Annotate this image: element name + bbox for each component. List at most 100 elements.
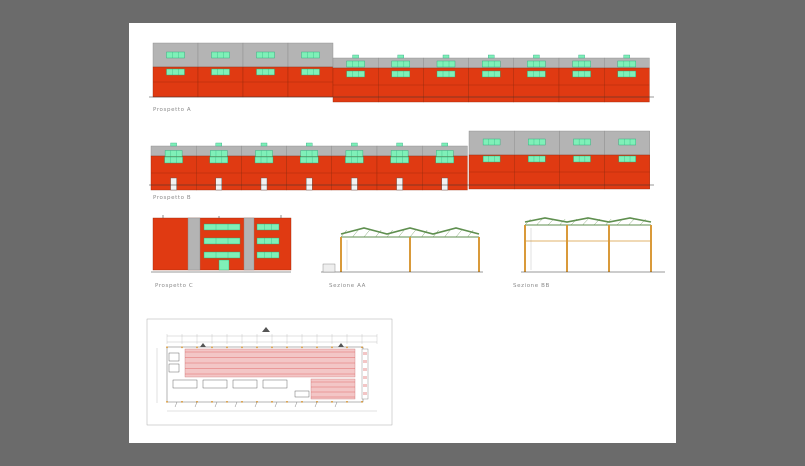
plan-column (286, 346, 288, 349)
plan-column (286, 401, 288, 403)
window (211, 51, 230, 59)
window (482, 155, 501, 163)
window (528, 138, 546, 146)
roof-vent (396, 142, 403, 147)
window (256, 51, 275, 59)
window (211, 68, 230, 76)
plan-column (361, 346, 363, 349)
window (299, 156, 319, 164)
window (164, 156, 183, 164)
window (345, 156, 364, 164)
window (617, 60, 636, 68)
plan-column (241, 346, 243, 349)
office-room (294, 390, 310, 398)
door (170, 177, 177, 191)
window (209, 156, 229, 164)
truss-web (455, 229, 462, 238)
office-room (202, 379, 228, 389)
roof-vent (397, 54, 404, 59)
plan-column (346, 401, 348, 403)
plan-column (241, 401, 243, 403)
window (346, 60, 365, 68)
truss-web (547, 218, 554, 226)
roof-vent (170, 142, 177, 147)
plan-column (196, 346, 198, 349)
column (608, 225, 610, 272)
architectural-drawing: Prospetto A Prospetto B Prospetto C Sezi… (146, 42, 665, 426)
window (482, 138, 501, 146)
roof-vent (623, 54, 630, 59)
roof-vent (215, 142, 223, 147)
grey-stair-core (187, 217, 201, 271)
window (391, 70, 410, 78)
plan-column (301, 401, 303, 403)
window (301, 51, 320, 59)
prospetto-b-elevation (149, 130, 654, 191)
window (256, 223, 280, 231)
plan-column (226, 401, 228, 403)
column (409, 237, 411, 272)
truss-web (582, 218, 589, 226)
truss-web (628, 218, 635, 226)
office-room (168, 352, 180, 362)
plan-column (211, 401, 213, 403)
plan-column (181, 346, 183, 349)
window (436, 150, 454, 157)
window (435, 156, 454, 164)
window (255, 150, 273, 157)
plan-column (226, 346, 228, 349)
sezione-aa-section (321, 227, 483, 273)
window (436, 60, 456, 68)
plan-column (166, 346, 168, 349)
plan-column (331, 401, 333, 403)
window (254, 156, 274, 164)
column (566, 225, 568, 272)
office-room (232, 379, 258, 389)
prospetto-a-label: Prospetto A (153, 107, 191, 113)
window (482, 60, 501, 68)
roof-vent (441, 142, 448, 147)
window (346, 70, 365, 78)
window (618, 138, 636, 146)
window (390, 156, 409, 164)
sezione-bb-section (521, 217, 665, 273)
roof-truss (340, 227, 480, 235)
door (396, 177, 403, 191)
window (391, 60, 410, 68)
window (390, 150, 409, 157)
roof-vent (442, 54, 450, 59)
window (256, 68, 275, 76)
roof-vent (578, 54, 585, 59)
window (210, 150, 228, 157)
adjacent-building (322, 263, 336, 273)
prospetto-c-elevation (151, 215, 292, 273)
window (527, 70, 546, 78)
side-strip-cell (363, 392, 367, 395)
window (256, 251, 280, 259)
plan-column (271, 401, 273, 403)
roof-vent (305, 142, 313, 147)
office-room (262, 379, 288, 389)
window (203, 223, 241, 231)
window (345, 150, 364, 157)
window (572, 70, 591, 78)
window (528, 155, 546, 163)
column (478, 237, 480, 272)
roof-vent (260, 142, 268, 147)
plan-column (361, 401, 363, 403)
window (617, 70, 636, 78)
plan-column (331, 346, 333, 349)
roof-vent (488, 54, 495, 59)
side-strip-cell (363, 360, 367, 363)
plan-column (346, 346, 348, 349)
door (215, 177, 223, 191)
window (300, 150, 318, 157)
drawing-sheet: Prospetto A Prospetto B Prospetto C Sezi… (129, 23, 676, 443)
window (256, 237, 280, 245)
window (166, 51, 185, 59)
window (573, 155, 591, 163)
door (351, 177, 358, 191)
entrance-door (218, 259, 230, 271)
window (164, 150, 183, 157)
side-strip (361, 348, 369, 400)
